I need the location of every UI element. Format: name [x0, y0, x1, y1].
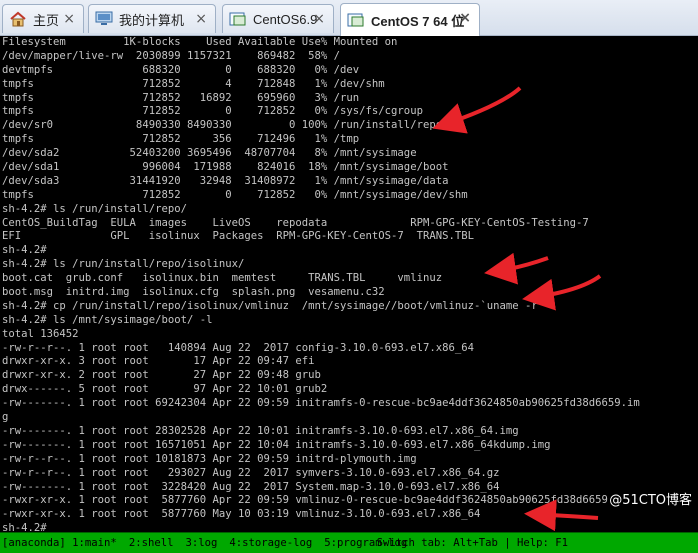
computer-icon	[95, 11, 113, 27]
arrow-kernel	[524, 499, 599, 532]
arrow-vmlinuz	[484, 252, 549, 285]
tab-centos69[interactable]: CentOS6.9 ×	[222, 4, 334, 33]
arrow-repo	[432, 86, 522, 134]
tab-centos7[interactable]: CentOS 7 64 位 ×	[340, 3, 480, 36]
vm-icon	[347, 12, 365, 28]
annotation-arrows	[432, 86, 602, 532]
tab-label: CentOS6.9	[253, 11, 318, 27]
watermark: @51CTO博客	[609, 493, 692, 508]
close-icon[interactable]: ×	[195, 11, 207, 27]
tab-label: 我的计算机	[119, 12, 185, 28]
tab-my-computer[interactable]: 我的计算机 ×	[88, 4, 216, 33]
vm-icon	[229, 11, 247, 27]
home-icon	[9, 11, 27, 27]
tab-home[interactable]: 主页 ×	[2, 4, 84, 33]
terminal-window[interactable]: Filesystem 1K-blocks Used Available Use%…	[0, 36, 698, 553]
tab-label: CentOS 7 64 位	[371, 13, 465, 29]
tab-bar: 主页 × 我的计算机 × CentOS6.9 × CentOS 7 64 位 ×	[0, 0, 698, 36]
tab-label: 主页	[33, 12, 60, 28]
close-icon[interactable]: ×	[63, 11, 75, 27]
close-icon[interactable]: ×	[459, 10, 471, 26]
arrow-cp	[522, 274, 602, 311]
close-icon[interactable]: ×	[313, 11, 325, 27]
